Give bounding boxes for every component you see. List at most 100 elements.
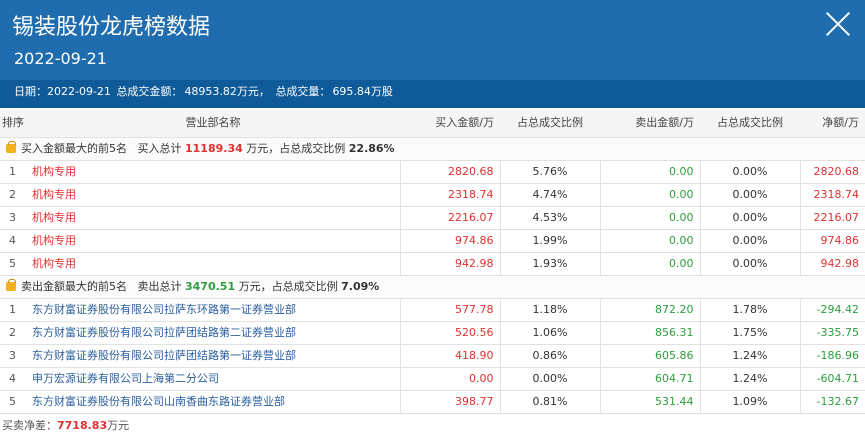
sell-amount-cell: 605.86 xyxy=(599,344,700,368)
sell-amount-cell: 872.20 xyxy=(599,298,700,322)
group-badge-icon xyxy=(6,140,16,153)
table-row[interactable]: 3 机构专用 2216.07 4.53% 0.00 0.00% 2216.07 xyxy=(0,206,865,230)
table-row[interactable]: 1 东方财富证券股份有限公司拉萨东环路第一证券营业部 577.78 1.18% 872.… xyxy=(0,298,865,322)
buy-ratio-cell: 1.06% xyxy=(499,321,600,345)
col-buy-ratio[interactable]: 占总成交比例 xyxy=(500,110,600,138)
net-diff-value: 7718.83 xyxy=(57,419,108,432)
sell-amount-cell: 531.44 xyxy=(599,390,700,414)
net-amount-cell: -186.96 xyxy=(799,344,865,368)
branch-name-link[interactable]: 机构专用 xyxy=(26,160,400,184)
table-row[interactable]: 1 机构专用 2820.68 5.76% 0.00 0.00% 2820.68 xyxy=(0,160,865,184)
net-diff-unit: 万元 xyxy=(107,419,130,432)
buy-group-row: 买入金额最大的前5名 买入总计 11189.34 万元，占总成交比例 22.86… xyxy=(0,137,865,161)
sell-group-label: 卖出金额最大的前5名 xyxy=(21,279,127,293)
sell-group-row: 卖出金额最大的前5名 卖出总计 3470.51 万元，占总成交比例 7.09% xyxy=(0,275,865,299)
branch-name-link[interactable]: 东方财富证券股份有限公司拉萨团结路第二证券营业部 xyxy=(26,321,400,345)
buy-amount-cell: 942.98 xyxy=(399,252,500,276)
sell-amount-cell: 0.00 xyxy=(599,229,700,253)
summary-volume-label: 总成交量： xyxy=(275,85,331,98)
buy-ratio-cell: 5.76% xyxy=(499,160,600,184)
branch-name-link[interactable]: 东方财富证券股份有限公司山南香曲东路证券营业部 xyxy=(26,390,400,414)
sell-ratio-cell: 1.75% xyxy=(699,321,800,345)
rank-cell: 2 xyxy=(0,183,26,207)
sell-group-cell: 卖出金额最大的前5名 卖出总计 3470.51 万元，占总成交比例 7.09% xyxy=(0,275,865,299)
rank-cell: 5 xyxy=(0,390,26,414)
col-net[interactable]: 净额/万 xyxy=(800,110,865,138)
group-badge-icon xyxy=(6,278,16,291)
sell-ratio-cell: 0.00% xyxy=(699,229,800,253)
sell-amount-cell: 0.00 xyxy=(599,206,700,230)
table-header-row: 排序 营业部名称 买入金额/万 占总成交比例 卖出金额/万 占总成交比例 净额/… xyxy=(0,110,865,138)
rank-cell: 5 xyxy=(0,252,26,276)
net-amount-cell: -335.75 xyxy=(799,321,865,345)
net-amount-cell: -132.67 xyxy=(799,390,865,414)
buy-amount-cell: 418.90 xyxy=(399,344,500,368)
buy-amount-cell: 2820.68 xyxy=(399,160,500,184)
net-diff-label: 买卖净差： xyxy=(2,419,57,432)
sell-ratio-cell: 1.24% xyxy=(699,344,800,368)
branch-name-link[interactable]: 机构专用 xyxy=(26,206,400,230)
sell-unit-label: 万元，占总成交比例 xyxy=(238,279,338,293)
buy-ratio-cell: 1.99% xyxy=(499,229,600,253)
summary-date: 日期：2022-09-21 xyxy=(14,85,111,98)
summary-bar: 日期：2022-09-21 总成交金额： 48953.82万元， 总成交量： 695… xyxy=(0,80,865,108)
col-buy-amount[interactable]: 买入金额/万 xyxy=(400,110,500,138)
table-row[interactable]: 4 机构专用 974.86 1.99% 0.00 0.00% 974.86 xyxy=(0,229,865,253)
buy-total-label: 买入总计 xyxy=(137,141,182,155)
branch-name-link[interactable]: 东方财富证券股份有限公司拉萨团结路第一证券营业部 xyxy=(26,344,400,368)
rank-cell: 3 xyxy=(0,206,26,230)
dragon-tiger-table: 排序 营业部名称 买入金额/万 占总成交比例 卖出金额/万 占总成交比例 净额/… xyxy=(0,110,865,414)
table-row[interactable]: 5 机构专用 942.98 1.93% 0.00 0.00% 942.98 xyxy=(0,252,865,276)
sell-ratio-cell: 0.00% xyxy=(699,252,800,276)
net-difference: 买卖净差：7718.83万元 xyxy=(2,418,129,434)
branch-name-link[interactable]: 机构专用 xyxy=(26,183,400,207)
sell-total-label: 卖出总计 xyxy=(137,279,182,293)
buy-ratio-cell: 4.74% xyxy=(499,183,600,207)
table-row[interactable]: 3 东方财富证券股份有限公司拉萨团结路第一证券营业部 418.90 0.86% 605.… xyxy=(0,344,865,368)
sell-ratio-cell: 0.00% xyxy=(699,206,800,230)
buy-group-label: 买入金额最大的前5名 xyxy=(21,141,127,155)
net-amount-cell: 942.98 xyxy=(799,252,865,276)
table-row[interactable]: 5 东方财富证券股份有限公司山南香曲东路证券营业部 398.77 0.81% 531.4… xyxy=(0,390,865,414)
net-amount-cell: 974.86 xyxy=(799,229,865,253)
sell-amount-cell: 0.00 xyxy=(599,252,700,276)
sell-ratio-cell: 0.00% xyxy=(699,183,800,207)
sell-ratio-value: 7.09% xyxy=(341,279,380,293)
sell-ratio-cell: 1.09% xyxy=(699,390,800,414)
table-row[interactable]: 2 东方财富证券股份有限公司拉萨团结路第二证券营业部 520.56 1.06% 856.… xyxy=(0,321,865,345)
branch-name-link[interactable]: 东方财富证券股份有限公司拉萨东环路第一证券营业部 xyxy=(26,298,400,322)
branch-name-link[interactable]: 申万宏源证券有限公司上海第二分公司 xyxy=(26,367,400,391)
buy-ratio-cell: 1.93% xyxy=(499,252,600,276)
table-row[interactable]: 2 机构专用 2318.74 4.74% 0.00 0.00% 2318.74 xyxy=(0,183,865,207)
summary-volume-value: 695.84万股 xyxy=(332,85,393,98)
page-title: 锡装股份龙虎榜数据 xyxy=(12,15,211,40)
net-amount-cell: -604.71 xyxy=(799,367,865,391)
buy-amount-cell: 577.78 xyxy=(399,298,500,322)
buy-ratio-cell: 1.18% xyxy=(499,298,600,322)
rank-cell: 1 xyxy=(0,160,26,184)
buy-ratio-cell: 0.81% xyxy=(499,390,600,414)
table-row[interactable]: 4 申万宏源证券有限公司上海第二分公司 0.00 0.00% 604.71 1.24% -6… xyxy=(0,367,865,391)
col-rank[interactable]: 排序 xyxy=(0,110,26,138)
rank-cell: 2 xyxy=(0,321,26,345)
summary-amount-value: 48953.82万元， xyxy=(184,85,270,98)
col-sell-ratio[interactable]: 占总成交比例 xyxy=(700,110,800,138)
sell-ratio-cell: 1.78% xyxy=(699,298,800,322)
net-amount-cell: -294.42 xyxy=(799,298,865,322)
branch-name-link[interactable]: 机构专用 xyxy=(26,229,400,253)
net-amount-cell: 2318.74 xyxy=(799,183,865,207)
close-icon[interactable] xyxy=(817,4,857,44)
buy-amount-cell: 2216.07 xyxy=(399,206,500,230)
branch-name-link[interactable]: 机构专用 xyxy=(26,252,400,276)
buy-ratio-value: 22.86% xyxy=(348,141,395,155)
col-sell-amount[interactable]: 卖出金额/万 xyxy=(600,110,700,138)
net-amount-cell: 2216.07 xyxy=(799,206,865,230)
sell-amount-cell: 604.71 xyxy=(599,367,700,391)
summary-amount-label: 总成交金额： xyxy=(116,85,183,98)
col-name[interactable]: 营业部名称 xyxy=(26,110,400,138)
buy-total-value: 11189.34 xyxy=(185,141,243,155)
page-date: 2022-09-21 xyxy=(14,49,107,68)
buy-amount-cell: 2318.74 xyxy=(399,183,500,207)
buy-amount-cell: 974.86 xyxy=(399,229,500,253)
buy-amount-cell: 0.00 xyxy=(399,367,500,391)
